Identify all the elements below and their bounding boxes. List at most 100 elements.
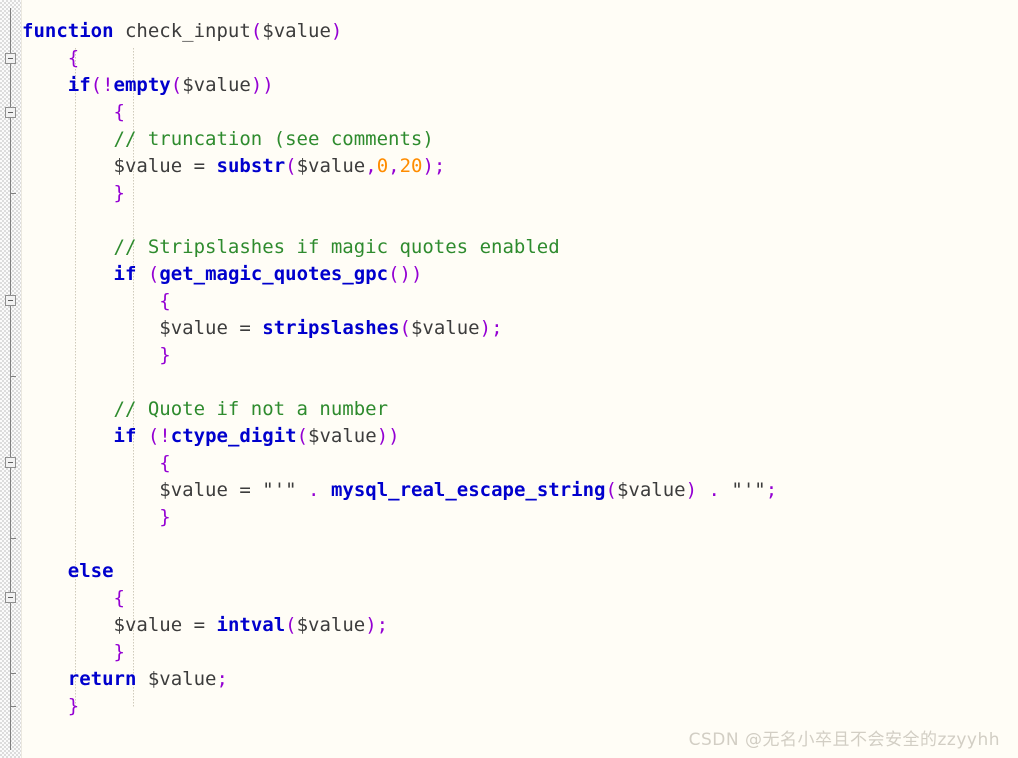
code-token: $value bbox=[22, 614, 194, 636]
code-line[interactable]: $value = intval($value); bbox=[22, 612, 389, 639]
csdn-watermark: CSDN @无名小卒且不会安全的zzyyhh bbox=[688, 730, 1000, 750]
code-token: ) bbox=[685, 479, 698, 501]
code-line[interactable]: } bbox=[22, 504, 171, 531]
code-token: ( bbox=[147, 263, 160, 285]
code-token: if bbox=[113, 263, 137, 285]
code-token: = bbox=[239, 479, 251, 501]
code-token: ( bbox=[170, 74, 183, 96]
code-token: ); bbox=[365, 614, 389, 636]
code-token: mysql_real_escape_string bbox=[330, 479, 606, 501]
code-token: if bbox=[67, 74, 91, 96]
fold-tick-1 bbox=[10, 193, 16, 194]
code-line[interactable]: { bbox=[22, 585, 125, 612]
code-token: if bbox=[113, 425, 137, 447]
code-token: { bbox=[159, 290, 171, 312]
code-line[interactable]: if (!ctype_digit($value)) bbox=[22, 423, 400, 450]
code-token: ; bbox=[216, 668, 228, 690]
code-token: 0 bbox=[376, 155, 389, 177]
code-line[interactable]: } bbox=[22, 180, 125, 207]
code-line[interactable]: $value = "'" . mysql_real_escape_string(… bbox=[22, 477, 777, 504]
fold-tick-5 bbox=[10, 706, 16, 707]
code-token: ; bbox=[765, 479, 778, 501]
code-token: , bbox=[388, 155, 400, 177]
code-token: $value bbox=[22, 479, 240, 501]
code-line[interactable]: { bbox=[22, 450, 171, 477]
code-token: empty bbox=[113, 74, 171, 96]
code-token: = bbox=[193, 614, 206, 636]
code-token: ); bbox=[479, 317, 503, 339]
code-line[interactable]: { bbox=[22, 288, 171, 315]
code-token: // Stripslashes if magic quotes enabled bbox=[113, 236, 560, 258]
code-line[interactable]: { bbox=[22, 45, 79, 72]
code-line[interactable]: // truncation (see comments) bbox=[22, 126, 434, 153]
code-line[interactable]: function check_input($value) bbox=[22, 18, 342, 45]
code-line[interactable]: } bbox=[22, 639, 125, 666]
code-line[interactable]: $value = substr($value,0,20); bbox=[22, 153, 446, 180]
code-token: substr bbox=[216, 155, 286, 177]
code-token: $value bbox=[182, 74, 251, 96]
fold-tick-3 bbox=[10, 538, 16, 539]
fold-box-function-body[interactable] bbox=[5, 53, 16, 64]
code-line[interactable]: else bbox=[22, 558, 114, 585]
code-line[interactable]: return $value; bbox=[22, 666, 228, 693]
code-line[interactable]: } bbox=[22, 693, 79, 720]
code-token: ( bbox=[250, 20, 263, 42]
code-token: { bbox=[159, 452, 171, 474]
code-token: $value bbox=[410, 317, 480, 339]
code-token: ( bbox=[296, 425, 309, 447]
code-token: } bbox=[113, 641, 125, 663]
code-token: , bbox=[365, 155, 377, 177]
code-token: 20 bbox=[399, 155, 423, 177]
code-token: $value bbox=[296, 614, 366, 636]
fold-rail bbox=[10, 8, 11, 750]
code-line[interactable]: if(!empty($value)) bbox=[22, 72, 274, 99]
code-token: else bbox=[67, 560, 114, 582]
code-token: ( bbox=[399, 317, 411, 339]
fold-box-else-body[interactable] bbox=[5, 592, 16, 603]
code-line[interactable]: // Quote if not a number bbox=[22, 396, 389, 423]
code-surface[interactable]: function check_input($value) { if (! empty… bbox=[22, 0, 1018, 758]
code-token: stripslashes bbox=[262, 317, 400, 339]
code-token: function bbox=[22, 20, 114, 42]
code-editor: function check_input($value) { if (! empty… bbox=[0, 0, 1018, 758]
code-line[interactable]: } bbox=[22, 342, 170, 369]
code-token: $value bbox=[136, 668, 217, 690]
fold-box-if-empty-body[interactable] bbox=[5, 107, 16, 118]
code-line[interactable]: $value = stripslashes($value); bbox=[22, 315, 503, 342]
fold-box-if-magic-quotes-body[interactable] bbox=[5, 295, 16, 306]
code-token: = bbox=[239, 317, 251, 339]
code-token: (! bbox=[147, 425, 171, 447]
code-token: ) bbox=[330, 20, 343, 42]
code-token: $value bbox=[262, 20, 331, 42]
code-token: "'" bbox=[731, 479, 766, 501]
code-token: } bbox=[159, 506, 171, 528]
code-token: $value bbox=[296, 155, 366, 177]
code-line[interactable]: // Stripslashes if magic quotes enabled bbox=[22, 234, 560, 261]
code-line[interactable]: if (get_magic_quotes_gpc()) bbox=[22, 261, 423, 288]
code-token: return bbox=[67, 668, 137, 690]
code-token: intval bbox=[216, 614, 286, 636]
code-token: $value bbox=[308, 425, 377, 447]
code-line[interactable]: { bbox=[22, 99, 125, 126]
code-token: ( bbox=[285, 614, 297, 636]
fold-box-if-ctype-digit-body[interactable] bbox=[5, 457, 16, 468]
code-token: ctype_digit bbox=[170, 425, 297, 447]
code-token: )) bbox=[376, 425, 400, 447]
code-token: } bbox=[113, 182, 125, 204]
